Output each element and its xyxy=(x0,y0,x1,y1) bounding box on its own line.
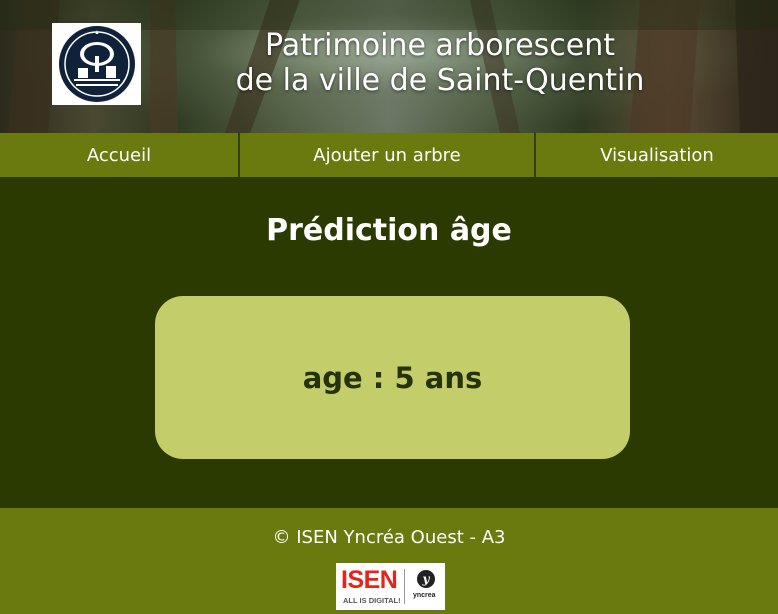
site-title: Patrimoine arborescent de la ville de Sa… xyxy=(180,28,700,98)
tree-emblem-icon xyxy=(58,26,135,102)
logo-divider xyxy=(404,569,405,604)
yncrea-word: yncrea xyxy=(413,592,436,599)
isen-logo[interactable]: ISEN ALL IS DIGITAL! y yncrea xyxy=(336,563,445,610)
prediction-result-text: age : 5 ans xyxy=(302,360,483,395)
footer-copyright: © ISEN Yncréa Ouest - A3 xyxy=(272,527,506,548)
page-title: Prédiction âge xyxy=(266,213,512,248)
main-navigation: Accueil Ajouter un arbre Visualisation xyxy=(0,133,778,177)
nav-item-ajouter-arbre[interactable]: Ajouter un arbre xyxy=(240,133,536,177)
isen-logo-word: ISEN xyxy=(341,566,398,594)
isen-logo-tagline: ALL IS DIGITAL! xyxy=(343,596,401,605)
footer: © ISEN Yncréa Ouest - A3 ISEN ALL IS DIG… xyxy=(0,508,778,614)
nav-item-visualisation[interactable]: Visualisation xyxy=(536,133,778,177)
prediction-result-card: age : 5 ans xyxy=(155,296,630,459)
yncrea-icon: y xyxy=(417,570,435,588)
site-title-line-1: Patrimoine arborescent xyxy=(264,28,616,63)
main-content: Prédiction âge age : 5 ans xyxy=(0,177,778,508)
nav-item-accueil[interactable]: Accueil xyxy=(0,133,240,177)
header-banner: Patrimoine arborescent de la ville de Sa… xyxy=(0,0,778,133)
city-logo[interactable] xyxy=(52,23,141,105)
site-title-line-2: de la ville de Saint-Quentin xyxy=(235,63,645,98)
